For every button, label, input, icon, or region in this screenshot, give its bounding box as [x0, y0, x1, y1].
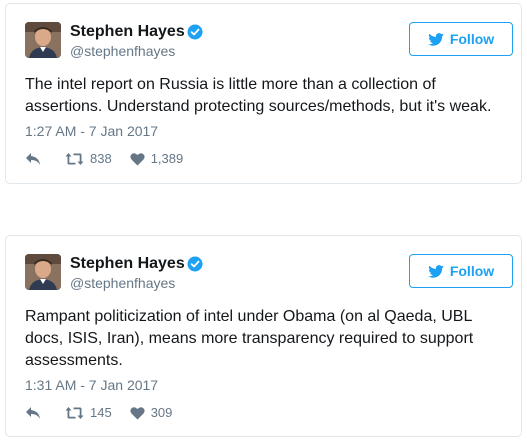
retweet-button[interactable]: 145 [65, 405, 112, 421]
tweet-card: Stephen Hayes @stephenfhayes Follow The … [5, 3, 522, 184]
heart-icon [130, 407, 145, 420]
reply-icon [26, 153, 40, 165]
verified-badge-icon [187, 24, 203, 40]
like-count: 1,389 [150, 151, 184, 166]
follow-button[interactable]: Follow [409, 254, 513, 288]
heart-icon [130, 153, 145, 166]
tweet-timestamp[interactable]: 1:31 AM - 7 Jan 2017 [25, 377, 158, 394]
avatar[interactable] [25, 254, 61, 290]
retweet-icon [65, 153, 84, 165]
tweet-text: The intel report on Russia is little mor… [25, 76, 492, 115]
tweet-text: Rampant politicization of intel under Ob… [25, 308, 474, 369]
twitter-bird-icon [428, 32, 444, 46]
like-button[interactable]: 1,389 [130, 151, 184, 167]
display-name[interactable]: Stephen Hayes [70, 254, 185, 273]
verified-badge-icon [187, 256, 203, 272]
follow-label: Follow [449, 263, 495, 279]
twitter-bird-icon [428, 264, 444, 278]
tweet-timestamp[interactable]: 1:27 AM - 7 Jan 2017 [25, 123, 158, 140]
display-name[interactable]: Stephen Hayes [70, 22, 185, 41]
avatar[interactable] [25, 22, 61, 58]
follow-label: Follow [449, 31, 495, 47]
user-handle[interactable]: @stephenfhayes [70, 275, 203, 292]
follow-button[interactable]: Follow [409, 22, 513, 56]
reply-icon [26, 407, 40, 419]
tweet-card: Stephen Hayes @stephenfhayes Follow Ramp… [5, 235, 522, 437]
tweet-actions: 145 309 [25, 405, 190, 421]
retweet-count: 145 [90, 405, 112, 420]
like-button[interactable]: 309 [130, 405, 173, 421]
retweet-button[interactable]: 838 [65, 151, 112, 167]
reply-button[interactable] [25, 406, 41, 420]
like-count: 309 [150, 405, 173, 420]
tweet-author[interactable]: Stephen Hayes @stephenfhayes [70, 22, 203, 60]
user-handle[interactable]: @stephenfhayes [70, 43, 203, 60]
reply-button[interactable] [25, 152, 41, 166]
retweet-icon [65, 407, 84, 419]
retweet-count: 838 [90, 151, 112, 166]
tweet-author[interactable]: Stephen Hayes @stephenfhayes [70, 254, 203, 292]
tweet-actions: 838 1,389 [25, 151, 201, 167]
